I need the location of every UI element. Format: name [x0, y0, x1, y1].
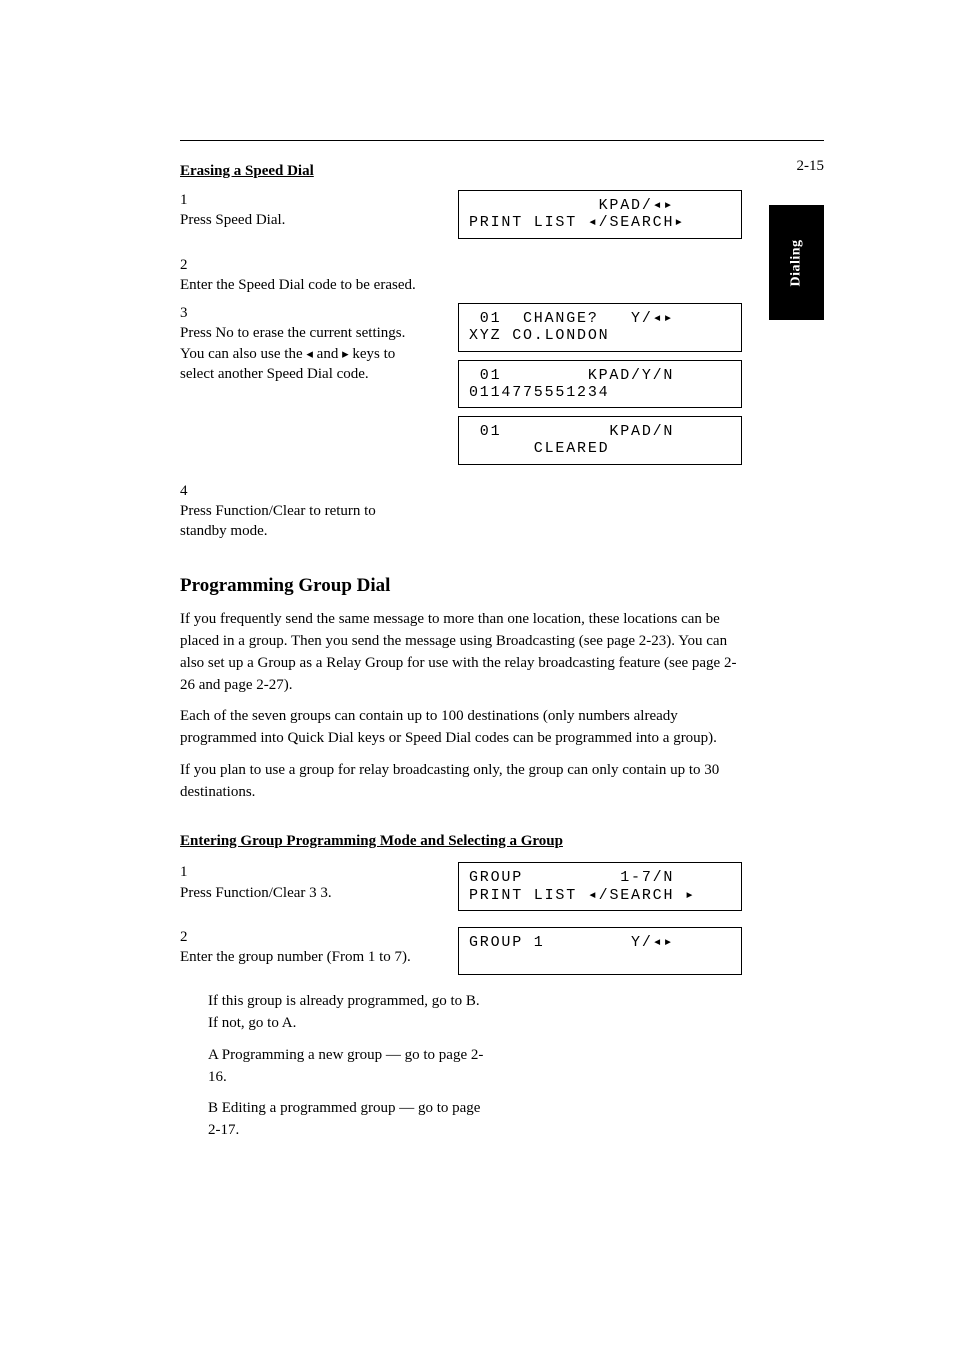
group-sub-heading: Entering Group Programming Mode and Sele… [180, 833, 824, 850]
lcd5-l2: PRINT LIST ◂/SEARCH ▸ [469, 887, 696, 904]
group-a-line: A Programming a new group — go to page 2… [208, 1045, 486, 1089]
group-step2-text: Enter the group number (From 1 to 7). [180, 947, 418, 967]
group-p2: Each of the seven groups can contain up … [180, 706, 740, 750]
lcd1-l1: KPAD/◂▸ [469, 197, 674, 214]
erase-heading: Erasing a Speed Dial [180, 163, 824, 180]
side-tab: Dialing [769, 205, 824, 320]
lcd-display-6: GROUP 1 Y/◂▸ [458, 927, 742, 976]
erase-step3-a: Press No to erase the current [180, 325, 356, 341]
group-b-line: B Editing a programmed group — go to pag… [208, 1098, 486, 1142]
page-number: 2-15 [797, 158, 825, 175]
triangle-right-icon: ▸ [342, 346, 349, 361]
erase-step1-text: Press Speed Dial. [180, 210, 418, 230]
group-heading: Programming Group Dial [180, 575, 824, 597]
top-rule [180, 140, 824, 141]
group-cont: If this group is already programmed, go … [208, 991, 486, 1035]
lcd2-l1: 01 CHANGE? Y/◂▸ [469, 310, 674, 327]
group-step1-text: Press Function/Clear 3 3. [180, 883, 418, 903]
erase-step3-text: Press No to erase the current settings. … [180, 323, 418, 384]
erase-step1-num: 1 [180, 190, 208, 210]
erase-step3-num: 3 [180, 303, 208, 323]
lcd4-l2: CLEARED [469, 440, 609, 457]
erase-step2-text: Enter the Speed Dial code to be erased. [180, 275, 418, 295]
group-step1-num: 1 [180, 862, 208, 882]
lcd4-l1: 01 KPAD/N [469, 423, 674, 440]
erase-step3-b: and [317, 346, 342, 362]
lcd2-l2: XYZ CO.LONDON [469, 327, 609, 344]
lcd-display-3: 01 KPAD/Y/N 0114775551234 [458, 360, 742, 409]
lcd6-l1: GROUP 1 Y/◂▸ [469, 934, 674, 951]
group-p3: If you plan to use a group for relay bro… [180, 760, 740, 804]
group-step2-num: 2 [180, 927, 208, 947]
erase-step4-num: 4 [180, 481, 208, 501]
lcd3-l2: 0114775551234 [469, 384, 609, 401]
erase-step4-text: Press Function/Clear to return to standb… [180, 501, 418, 542]
lcd6-l2 [469, 951, 480, 968]
group-p1: If you frequently send the same message … [180, 609, 740, 696]
lcd-display-1: KPAD/◂▸ PRINT LIST ◂/SEARCH▸ [458, 190, 742, 239]
lcd5-l1: GROUP 1-7/N [469, 869, 674, 886]
lcd-display-5: GROUP 1-7/N PRINT LIST ◂/SEARCH ▸ [458, 862, 742, 911]
triangle-left-icon: ◂ [306, 346, 313, 361]
erase-step2-num: 2 [180, 255, 208, 275]
lcd-display-4: 01 KPAD/N CLEARED [458, 416, 742, 465]
side-tab-label: Dialing [788, 239, 804, 286]
lcd-display-2: 01 CHANGE? Y/◂▸ XYZ CO.LONDON [458, 303, 742, 352]
lcd1-l2: PRINT LIST ◂/SEARCH▸ [469, 214, 685, 231]
lcd3-l1: 01 KPAD/Y/N [469, 367, 674, 384]
